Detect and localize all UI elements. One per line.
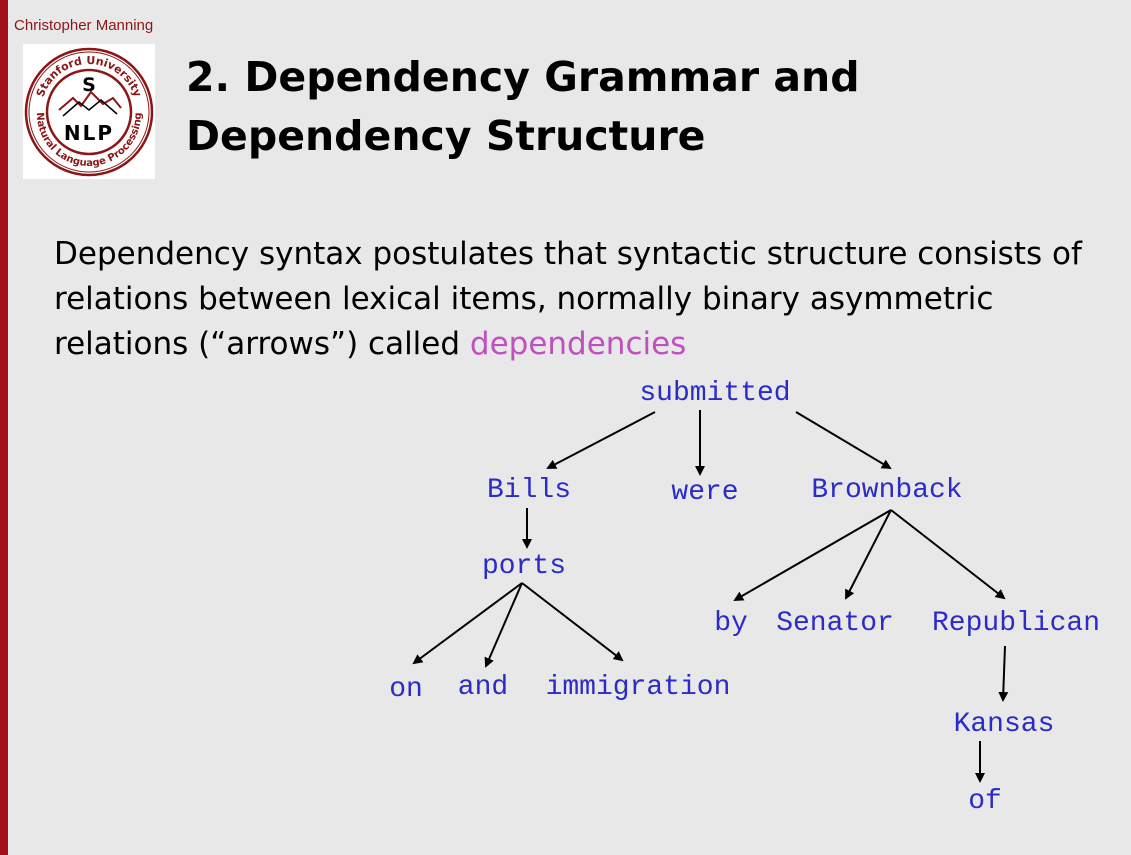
word-on: on: [389, 674, 423, 705]
word-bills: Bills: [487, 475, 571, 506]
word-submitted: submitted: [639, 378, 790, 409]
edge-ports-immigration: [521, 582, 624, 662]
word-republican: Republican: [932, 608, 1100, 639]
word-by: by: [714, 608, 748, 639]
word-were: were: [671, 477, 738, 508]
word-and: and: [458, 672, 508, 703]
word-of: of: [968, 786, 1002, 817]
word-ports: ports: [482, 551, 566, 582]
edge-ports-on: [412, 582, 523, 665]
edge-submitted-brownback: [795, 411, 892, 470]
edge-republican-kansas: [998, 645, 1009, 702]
word-senator: Senator: [776, 608, 894, 639]
word-kansas: Kansas: [954, 709, 1055, 740]
edge-submitted-bills: [546, 411, 656, 469]
dependency-tree: submitted Bills were Brownback ports on …: [389, 378, 1100, 817]
tree-words: submitted Bills were Brownback ports on …: [389, 378, 1100, 817]
word-brownback: Brownback: [811, 475, 962, 506]
edge-brownback-republican: [890, 509, 1006, 600]
tree-edges: [412, 410, 1009, 783]
word-immigration: immigration: [546, 672, 731, 703]
